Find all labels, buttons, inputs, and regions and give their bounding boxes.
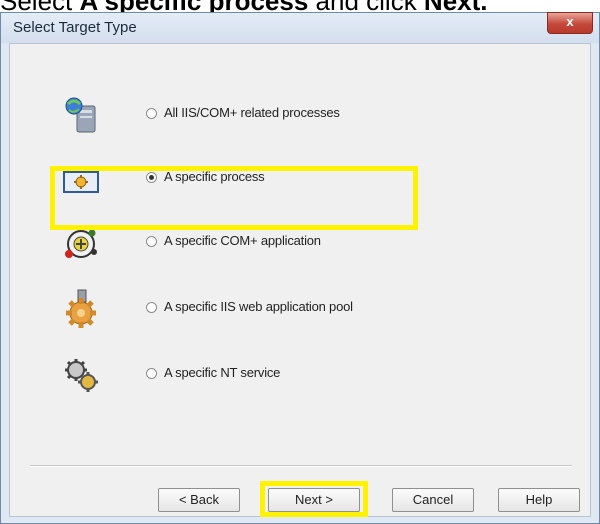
- dialog-title: Select Target Type: [13, 19, 137, 36]
- radio-nt-service[interactable]: [146, 368, 157, 379]
- radio-all-iis-com[interactable]: [146, 108, 157, 119]
- app-pool-gear-icon: [66, 289, 96, 328]
- dialog-client-area: All IIS/COM+ related processes A specifi…: [9, 43, 591, 517]
- option-label: All IIS/COM+ related processes: [164, 105, 340, 120]
- nt-service-gears-icon: [65, 359, 98, 392]
- next-button-highlight: [260, 481, 368, 517]
- radio-com-application[interactable]: [146, 236, 157, 247]
- radio-iis-app-pool[interactable]: [146, 302, 157, 313]
- option-label: A specific NT service: [164, 365, 281, 380]
- help-button[interactable]: Help: [498, 488, 580, 512]
- option-all-iis-com[interactable]: All IIS/COM+ related processes: [60, 94, 480, 138]
- title-bar: Select Target Type x: [1, 12, 599, 43]
- select-target-type-dialog: Select Target Type x All IIS/COM+ relate…: [0, 12, 600, 524]
- option-label: A specific IIS web application pool: [164, 299, 353, 314]
- option-nt-service[interactable]: A specific NT service: [60, 354, 480, 398]
- close-button[interactable]: x: [547, 12, 593, 34]
- button-separator: [30, 465, 572, 467]
- option-iis-app-pool[interactable]: A specific IIS web application pool: [60, 288, 480, 332]
- cancel-button[interactable]: Cancel: [392, 488, 474, 512]
- back-button[interactable]: < Back: [158, 488, 240, 512]
- iis-com-processes-icon: [65, 97, 96, 133]
- selected-option-highlight: [50, 166, 418, 230]
- option-label: A specific COM+ application: [164, 233, 321, 248]
